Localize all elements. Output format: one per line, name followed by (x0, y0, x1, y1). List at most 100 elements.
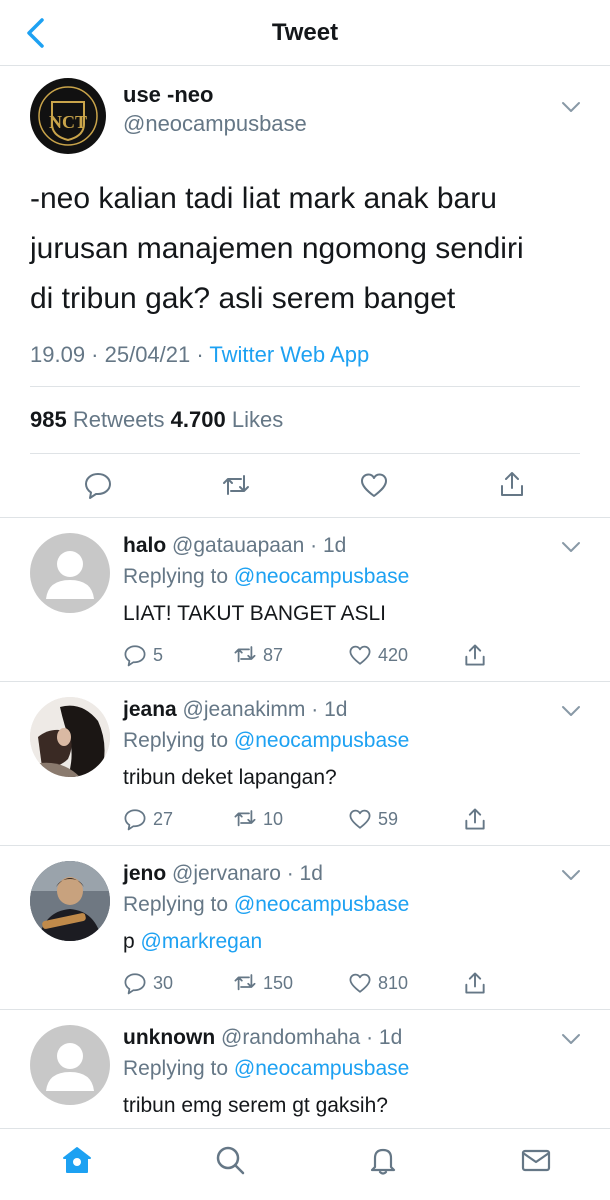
reply-author-handle[interactable]: @jeanakimm (183, 698, 306, 721)
reply-author-handle[interactable]: @randomhaha (221, 1026, 360, 1049)
retweet-icon[interactable] (221, 472, 251, 502)
heart-icon[interactable] (359, 470, 389, 500)
divider (0, 1009, 610, 1010)
retweet-stat[interactable]: 10 (233, 807, 283, 831)
reply-text-body: tribun emg serem gt gaksih? (123, 1094, 388, 1117)
divider (0, 681, 610, 682)
replying-to-link[interactable]: @neocampusbase (234, 729, 409, 752)
retweet-icon[interactable] (233, 807, 257, 831)
reply-author-handle[interactable]: @gatauapaan (172, 534, 304, 557)
retweet-icon[interactable] (233, 643, 257, 667)
heart-icon[interactable] (348, 643, 372, 667)
comment-icon[interactable] (123, 807, 147, 831)
like-stat[interactable]: 420 (348, 643, 408, 667)
avatar[interactable]: NCT (30, 78, 106, 154)
chevron-down-icon[interactable] (561, 868, 581, 882)
retweets-label[interactable]: Retweets (67, 407, 171, 432)
replying-to-label: Replying to (123, 1057, 234, 1080)
like-count: 59 (378, 808, 399, 829)
reply-text: tribun deket lapangan? (123, 766, 337, 790)
like-count: 420 (378, 644, 409, 665)
tweet-meta: 19.09 · 25/04/21 · Twitter Web App (30, 342, 369, 368)
avatar[interactable] (30, 861, 110, 941)
author-handle[interactable]: @neocampusbase (123, 111, 307, 137)
tweet-text-line: di tribun gak? asli serem banget (30, 282, 456, 315)
reply-text: tribun emg serem gt gaksih? (123, 1094, 388, 1118)
author-name[interactable]: use -neo (123, 82, 213, 108)
reply-stat[interactable]: 5 (123, 643, 163, 667)
replying-to-link[interactable]: @neocampusbase (234, 565, 409, 588)
replying-to-link[interactable]: @neocampusbase (234, 893, 409, 916)
page-title: Tweet (271, 19, 339, 46)
tweet-timestamp: 19.09 · 25/04/21 · (30, 342, 210, 367)
reply-text-body: p (123, 930, 141, 953)
chevron-down-icon[interactable] (561, 1032, 581, 1046)
tweet-text: -neo kalian tadi liat mark anak baru jur… (30, 174, 590, 324)
reply-text-body: tribun deket lapangan? (123, 766, 337, 789)
tweet-text-line: -neo kalian tadi liat mark anak baru (30, 182, 497, 215)
reply-author-name[interactable]: jeana (123, 698, 177, 721)
like-stat[interactable]: 59 (348, 807, 398, 831)
likes-count[interactable]: 4.700 (171, 407, 226, 432)
avatar[interactable] (30, 697, 110, 777)
reply-author-name[interactable]: jeno (123, 862, 166, 885)
tweet-counts: 985 Retweets 4.700 Likes (30, 407, 283, 433)
profile-photo-icon (30, 861, 110, 941)
reply-count: 27 (153, 808, 174, 829)
mail-icon[interactable] (519, 1143, 553, 1177)
divider (30, 453, 580, 454)
like-count: 810 (378, 972, 409, 993)
chevron-down-icon[interactable] (561, 540, 581, 554)
bell-icon[interactable] (366, 1143, 400, 1177)
reply-time: · 1d (280, 862, 323, 885)
reply-time: · 1d (305, 698, 348, 721)
comment-icon[interactable] (123, 643, 147, 667)
share-icon[interactable] (462, 642, 488, 668)
home-icon[interactable] (60, 1143, 94, 1177)
reply-stat[interactable]: 27 (123, 807, 173, 831)
replying-to-label: Replying to (123, 893, 234, 916)
search-icon[interactable] (213, 1143, 247, 1177)
replying-to: Replying to @neocampusbase (123, 729, 409, 753)
reply-text-body: LIAT! TAKUT BANGET ASLI (123, 602, 386, 625)
retweet-stat[interactable]: 87 (233, 643, 283, 667)
likes-label[interactable]: Likes (226, 407, 283, 432)
default-avatar-icon (46, 551, 94, 599)
reply-author: unknown @randomhaha · 1d (123, 1026, 402, 1050)
reply-author: jeana @jeanakimm · 1d (123, 698, 347, 722)
retweet-stat[interactable]: 150 (233, 971, 293, 995)
share-icon[interactable] (462, 806, 488, 832)
retweet-icon[interactable] (233, 971, 257, 995)
comment-icon[interactable] (83, 470, 113, 500)
avatar[interactable] (30, 533, 110, 613)
divider (0, 845, 610, 846)
reply-text: LIAT! TAKUT BANGET ASLI (123, 602, 386, 626)
comment-icon[interactable] (123, 971, 147, 995)
replying-to-link[interactable]: @neocampusbase (234, 1057, 409, 1080)
reply-time: · 1d (360, 1026, 403, 1049)
tweet-source-link[interactable]: Twitter Web App (209, 342, 369, 367)
reply-author-name[interactable]: unknown (123, 1026, 215, 1049)
divider (0, 517, 610, 518)
reply-stat[interactable]: 30 (123, 971, 173, 995)
chevron-down-icon[interactable] (561, 100, 581, 114)
heart-icon[interactable] (348, 807, 372, 831)
avatar[interactable] (30, 1025, 110, 1105)
like-stat[interactable]: 810 (348, 971, 408, 995)
retweet-count: 150 (263, 972, 294, 993)
replying-to-label: Replying to (123, 565, 234, 588)
logo-text: NCT (49, 112, 87, 132)
retweets-count[interactable]: 985 (30, 407, 67, 432)
heart-icon[interactable] (348, 971, 372, 995)
mention-link[interactable]: @markregan (141, 930, 263, 953)
reply-author: jeno @jervanaro · 1d (123, 862, 323, 886)
top-bar: Tweet (0, 0, 610, 66)
divider (30, 386, 580, 387)
replying-to: Replying to @neocampusbase (123, 1057, 409, 1081)
replying-to: Replying to @neocampusbase (123, 893, 409, 917)
chevron-down-icon[interactable] (561, 704, 581, 718)
reply-author-handle[interactable]: @jervanaro (172, 862, 281, 885)
share-icon[interactable] (462, 970, 488, 996)
reply-author-name[interactable]: halo (123, 534, 166, 557)
share-icon[interactable] (497, 469, 527, 499)
